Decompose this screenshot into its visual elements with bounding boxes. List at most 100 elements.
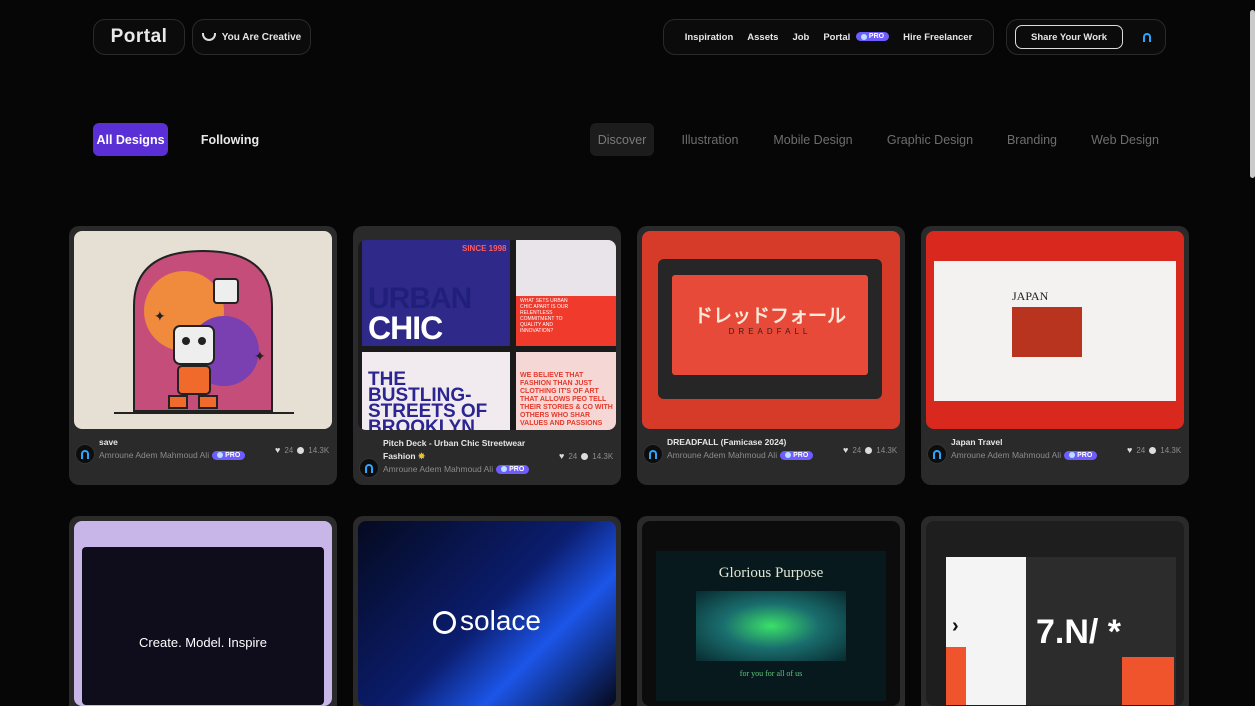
fashion-accent [946, 647, 966, 705]
category-mobile-design[interactable]: Mobile Design [765, 123, 861, 156]
design-card[interactable]: › 7.N/ * [921, 516, 1189, 706]
design-card[interactable]: Create. Model. Inspire [69, 516, 337, 706]
heart-icon: ♥ [559, 451, 565, 461]
card-author-name: Amroune Adem Mahmoud Ali [383, 464, 494, 474]
card-author[interactable]: Amroune Adem Mahmoud Ali PRO [667, 450, 814, 460]
pro-icon [860, 33, 867, 40]
card-thumbnail-pitch-deck[interactable]: URBAN CHIC SINCE 1998 WHAT SETS URBAN CH… [358, 240, 616, 430]
pro-badge: PRO [1064, 450, 1098, 460]
nav-inspiration[interactable]: Inspiration [685, 32, 734, 43]
likes-count: 24 [284, 445, 294, 455]
card-title[interactable]: Pitch Deck - Urban Chic Streetwear Fashi… [383, 437, 558, 463]
category-mobile-design-label: Mobile Design [773, 132, 853, 147]
views-count: 14.3K [308, 445, 330, 455]
card-thumbnail-fashion-page[interactable]: › 7.N/ * [926, 521, 1184, 706]
author-avatar[interactable] [643, 444, 663, 464]
heart-icon: ♥ [843, 445, 849, 455]
category-illustration-label: Illustration [681, 132, 739, 147]
pro-badge: PRO [855, 32, 890, 42]
views-count: 14.3K [592, 451, 614, 461]
author-avatar-icon [365, 463, 373, 473]
slide-brooklyn: THE BUSTLING- STREETS OF BROOKLYN [362, 352, 510, 430]
you-are-creative-button[interactable]: You Are Creative [192, 19, 311, 55]
pro-badge-label: PRO [225, 451, 241, 459]
design-card[interactable]: URBAN CHIC SINCE 1998 WHAT SETS URBAN CH… [353, 226, 621, 485]
portal-logo[interactable]: Portal [93, 19, 185, 55]
views-count: 14.3K [876, 445, 898, 455]
slide-apart-photo [516, 240, 616, 296]
author-avatar[interactable] [359, 458, 379, 478]
card-author[interactable]: Amroune Adem Mahmoud Ali PRO [951, 450, 1098, 460]
pro-badge: PRO [496, 464, 530, 474]
create-model-text: Create. Model. Inspire [139, 635, 267, 650]
pro-icon [217, 452, 224, 458]
dreadfall-text: DREADFALL [728, 327, 812, 336]
card-thumbnail-solace[interactable]: solace [358, 521, 616, 706]
slide-urban: URBAN CHIC SINCE 1998 [362, 240, 510, 346]
card-thumbnail-dreadfall[interactable]: ドレッドフォール DREADFALL [642, 231, 900, 429]
tab-following[interactable]: Following [190, 123, 270, 156]
slide-fashion: WE BELIEVE THAT FASHION THAN JUST CLOTHI… [516, 352, 616, 430]
cartridge: ドレッドフォール DREADFALL [658, 259, 882, 399]
design-card[interactable]: Glorious Purpose for you for all of us [637, 516, 905, 706]
author-avatar[interactable] [927, 444, 947, 464]
page-scrollbar[interactable] [1250, 10, 1255, 178]
card-author-name: Amroune Adem Mahmoud Ali [667, 450, 778, 460]
glorious-page: Glorious Purpose for you for all of us [656, 551, 886, 701]
category-graphic-design[interactable]: Graphic Design [880, 123, 980, 156]
card-title[interactable]: save [99, 437, 118, 447]
sparkle-icon: ✸ [417, 451, 426, 461]
card-author[interactable]: Amroune Adem Mahmoud Ali PRO [99, 450, 246, 460]
creative-label: You Are Creative [221, 31, 302, 43]
chic-text: CHIC [368, 310, 443, 346]
glorious-image [696, 591, 846, 661]
category-illustration[interactable]: Illustration [672, 123, 748, 156]
nav-job[interactable]: Job [792, 32, 809, 43]
eye-icon [581, 452, 589, 460]
card-author[interactable]: Amroune Adem Mahmoud Ali PRO [383, 464, 530, 474]
pro-icon [1069, 452, 1076, 458]
solace-ring-icon [433, 611, 457, 635]
card-thumbnail-illustration[interactable]: ✦ ✦ [74, 231, 332, 429]
design-card[interactable]: JAPAN Japan Travel Amroune Adem Mahmoud … [921, 226, 1189, 485]
views-count: 14.3K [1160, 445, 1182, 455]
card-title[interactable]: Japan Travel [951, 437, 1003, 447]
pro-badge-label: PRO [868, 33, 885, 41]
card-stats: ♥ 24 14.3K [1127, 445, 1181, 455]
fashion-left-panel: › [946, 557, 1026, 705]
category-web-design[interactable]: Web Design [1084, 123, 1166, 156]
header-actions: Share Your Work [1006, 19, 1166, 55]
pro-badge-label: PRO [1077, 451, 1093, 459]
card-thumbnail-create-model[interactable]: Create. Model. Inspire [74, 521, 332, 706]
card-stats: ♥ 24 14.3K [559, 451, 613, 461]
card-title[interactable]: DREADFALL (Famicase 2024) [667, 437, 786, 447]
likes-count: 24 [568, 451, 578, 461]
japan-title: JAPAN [1012, 289, 1049, 303]
card-thumbnail-glorious-purpose[interactable]: Glorious Purpose for you for all of us [642, 521, 900, 706]
nav-hire-freelancer[interactable]: Hire Freelancer [903, 32, 972, 43]
author-avatar[interactable] [75, 444, 95, 464]
logo-text: Portal [110, 26, 168, 47]
pro-icon [501, 466, 508, 472]
nav-portal-pro[interactable]: Portal PRO [823, 32, 890, 43]
design-card[interactable]: solace [353, 516, 621, 706]
tab-all-designs[interactable]: All Designs [93, 123, 168, 156]
for-you-text: for you for all of us [739, 669, 803, 678]
user-avatar[interactable] [1137, 27, 1157, 47]
cartridge-label: ドレッドフォール DREADFALL [672, 275, 868, 375]
category-branding[interactable]: Branding [1000, 123, 1064, 156]
pro-badge-label: PRO [509, 465, 525, 473]
nav-assets[interactable]: Assets [747, 32, 778, 43]
glorious-title: Glorious Purpose [718, 565, 824, 581]
eye-icon [1149, 446, 1157, 454]
category-discover[interactable]: Discover [590, 123, 654, 156]
card-thumbnail-japan[interactable]: JAPAN [926, 231, 1184, 429]
card-author-name: Amroune Adem Mahmoud Ali [99, 450, 210, 460]
design-card[interactable]: ドレッドフォール DREADFALL DREADFALL (Famicase 2… [637, 226, 905, 485]
chevron-right-icon: › [952, 615, 959, 637]
tab-following-label: Following [200, 132, 260, 147]
share-your-work-button[interactable]: Share Your Work [1015, 25, 1123, 49]
since-text: SINCE 1998 [462, 244, 507, 253]
pro-icon [785, 452, 792, 458]
design-card[interactable]: ✦ ✦ save Amroune Adem Mahmoud Ali PRO ♥ 2… [69, 226, 337, 485]
